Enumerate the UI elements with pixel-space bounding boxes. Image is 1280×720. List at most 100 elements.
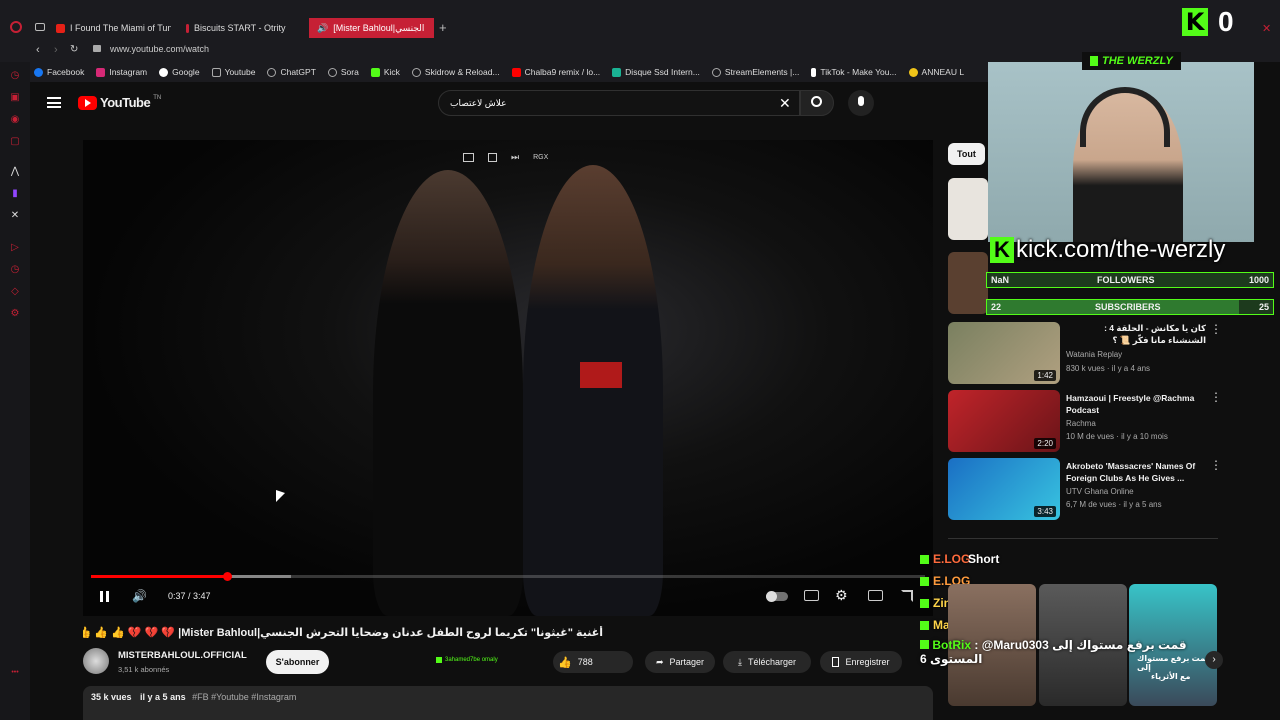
back-icon[interactable]: ‹	[36, 44, 40, 56]
overlay-label[interactable]: RGX	[533, 154, 548, 161]
description-box[interactable]: 35 k vues il y a 5 ans #FB #Youtube #Ins…	[83, 686, 933, 720]
tab-active[interactable]: 🔊 [Mister Bahloul|الجنسي	[309, 18, 434, 38]
more-options-icon[interactable]: ⋮	[1210, 322, 1222, 336]
reload-icon[interactable]: ↻	[70, 44, 78, 55]
search-button[interactable]	[800, 90, 834, 116]
clear-search-icon[interactable]: ✕	[779, 95, 791, 112]
hamburger-icon[interactable]	[47, 97, 61, 108]
video-title[interactable]: Akrobeto 'Massacres' Names Of Foreign Cl…	[1066, 460, 1206, 484]
corner-counter: 0	[1218, 6, 1234, 37]
volume-icon[interactable]: 🔊	[132, 589, 147, 603]
bag-icon[interactable]: ▣	[9, 92, 21, 104]
duration-badge: 2:20	[1034, 438, 1056, 449]
bookmark-anneau[interactable]: ANNEAU L	[908, 67, 964, 77]
skip-next-overlay-icon[interactable]: ⏭	[511, 152, 519, 163]
girl-figure	[373, 170, 523, 616]
autoplay-toggle[interactable]	[766, 591, 788, 602]
exit-icon[interactable]	[488, 153, 497, 162]
microphone-icon[interactable]	[848, 90, 874, 116]
twitch-icon[interactable]: ▮	[9, 188, 21, 200]
partial-thumbnail[interactable]	[948, 178, 988, 240]
tab-1[interactable]: I Found The Miami of Tun	[56, 18, 171, 38]
cube-icon[interactable]: ◇	[9, 286, 21, 298]
played-bar	[91, 575, 227, 578]
bookmark-disque[interactable]: Disque Ssd Intern...	[612, 67, 700, 77]
bookmark-sora[interactable]: Sora	[327, 67, 359, 77]
instagram-rail-icon[interactable]: ▢	[9, 136, 21, 148]
bookmark-label: ChatGPT	[280, 67, 316, 77]
bookmark-skidrow[interactable]: Skidrow & Reload...	[411, 67, 500, 77]
video-title[interactable]: كان يا مكانش - الحلقة 4 : الشنشناء مانا …	[1066, 322, 1206, 346]
close-window-icon[interactable]: ✕	[1262, 22, 1271, 35]
new-tab-icon[interactable]: +	[439, 20, 447, 35]
search-box[interactable]: علاش لاعتصاب ✕	[438, 90, 800, 116]
video-title[interactable]: Hamzaoui | Freestyle @Rachma Podcast	[1066, 392, 1206, 416]
messenger-icon[interactable]: ◉	[9, 114, 21, 126]
bookmark-instagram[interactable]: Instagram	[96, 67, 147, 77]
subtitles-icon[interactable]	[804, 590, 819, 601]
x-icon[interactable]: ✕	[9, 210, 21, 222]
settings-gear-icon[interactable]: ⚙	[835, 587, 848, 604]
more-options-icon[interactable]: ⋮	[1210, 458, 1222, 472]
opera-logo-icon[interactable]	[10, 21, 22, 33]
bookmark-facebook[interactable]: Facebook	[34, 67, 84, 77]
channel-name[interactable]: Rachma	[1066, 419, 1096, 428]
subscribers-label: SUBSCRIBERS	[1095, 302, 1161, 312]
recommendation-card[interactable]: 3:43 Akrobeto 'Massacres' Names Of Forei…	[948, 458, 1228, 522]
video-player[interactable]: ⏭ RGX 🔊 0:37 / 3:47 ⚙	[83, 140, 933, 616]
miniplayer-icon[interactable]	[868, 590, 883, 601]
share-button[interactable]: ➦ Partager	[645, 651, 715, 673]
partial-thumbnail-2[interactable]	[948, 252, 988, 314]
progress-bar[interactable]	[91, 572, 925, 581]
save-button[interactable]: Enregistrer	[820, 651, 902, 673]
divider	[948, 538, 1218, 539]
video-thumbnail[interactable]: 2:20	[948, 390, 1060, 452]
streamelements-icon	[711, 67, 721, 77]
bookmark-chatgpt[interactable]: ChatGPT	[267, 67, 316, 77]
share-icon: ➦	[655, 656, 664, 667]
subscribe-button[interactable]: S'abonner	[266, 650, 329, 674]
youtube-logo[interactable]: YouTube TN	[78, 95, 161, 110]
clock-icon[interactable]: ◷	[9, 264, 21, 276]
fullscreen-icon[interactable]	[901, 590, 913, 602]
more-options-icon[interactable]: ⋮	[1210, 390, 1222, 404]
settings-icon[interactable]: ⚙	[9, 308, 21, 320]
bookmark-tiktok[interactable]: TikTok - Make You...	[811, 67, 897, 77]
download-icon: ⤓	[737, 656, 742, 667]
channel-name[interactable]: UTV Ghana Online	[1066, 487, 1134, 496]
scrubber-handle[interactable]	[222, 572, 232, 581]
filter-chip-all[interactable]: Tout	[948, 143, 985, 165]
forward-icon[interactable]: ›	[54, 44, 58, 56]
history-icon[interactable]: ◷	[9, 70, 21, 82]
channel-name[interactable]: MISTERBAHLOUL.OFFICIAL	[118, 650, 247, 661]
player-icon[interactable]: ▷	[9, 242, 21, 254]
vk-icon[interactable]: ⋀	[9, 166, 21, 178]
streamer-tag: THE WERZLY	[1082, 52, 1181, 70]
recommendation-card[interactable]: 1:42 كان يا مكانش - الحلقة 4 : الشنشناء …	[948, 322, 1228, 386]
headphones-icon	[1080, 87, 1170, 147]
bookmark-google[interactable]: Google	[159, 67, 200, 77]
download-button[interactable]: ⤓ Télécharger	[723, 651, 811, 673]
pip-icon[interactable]	[463, 153, 474, 162]
recommendation-card[interactable]: 2:20 Hamzaoui | Freestyle @Rachma Podcas…	[948, 390, 1228, 454]
tab-switcher-icon[interactable]	[35, 23, 45, 31]
speaker-icon: 🔊	[317, 22, 329, 33]
short-caption: مع الأثرياء	[1151, 672, 1191, 681]
bookmark-youtube[interactable]: Youtube	[211, 67, 255, 77]
more-rail-icon[interactable]: •••	[9, 667, 21, 679]
search-input[interactable]: علاش لاعتصاب	[450, 98, 506, 109]
video-thumbnail[interactable]: 1:42	[948, 322, 1060, 384]
bookmark-chalba9[interactable]: Chalba9 remix / lo...	[511, 67, 600, 77]
video-meta: 830 k vues · il y a 4 ans	[1066, 364, 1151, 373]
bookmark-streamelements[interactable]: StreamElements |...	[711, 67, 799, 77]
youtube-wordmark: YouTube	[100, 95, 151, 110]
bookmark-kick[interactable]: Kick	[370, 67, 400, 77]
url-field[interactable]: www.youtube.com/watch	[110, 44, 209, 54]
like-button[interactable]: 👍 788	[553, 651, 633, 673]
pause-icon[interactable]	[100, 591, 109, 602]
video-thumbnail[interactable]: 3:43	[948, 458, 1060, 520]
channel-name[interactable]: Watania Replay	[1066, 350, 1122, 359]
bookmark-label: Disque Ssd Intern...	[625, 67, 700, 77]
channel-avatar[interactable]	[83, 648, 109, 674]
tab-2[interactable]: Biscuits START - Otrity	[186, 18, 301, 38]
